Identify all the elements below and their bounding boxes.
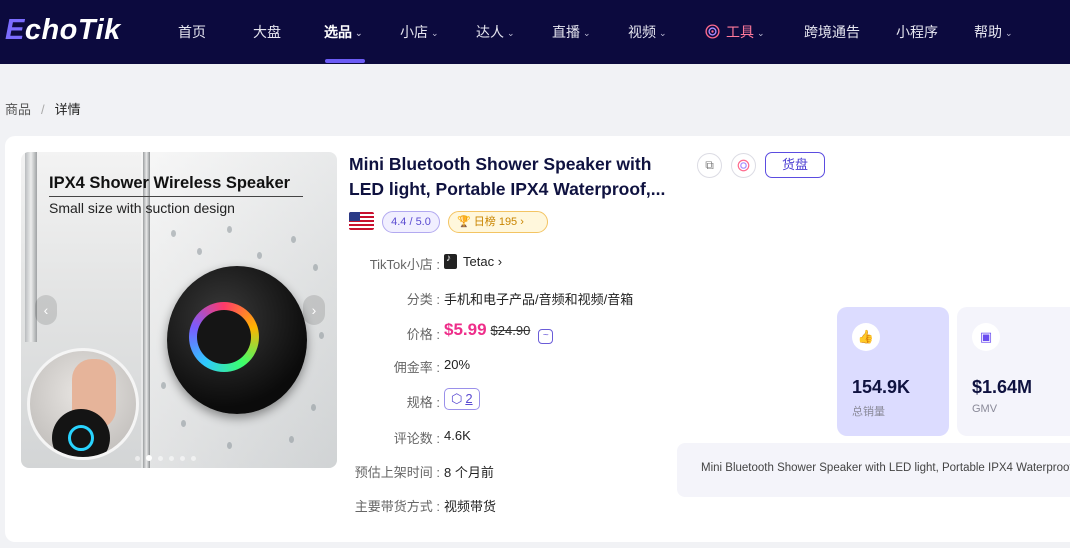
spec-label: 规格 : bbox=[406, 395, 440, 410]
carousel-dot[interactable] bbox=[146, 455, 152, 461]
daily-rank-badge[interactable]: 🏆 日榜 195 › bbox=[448, 211, 548, 233]
listed-time-value: 8 个月前 bbox=[444, 465, 494, 480]
nav-item-live[interactable]: 直播 ⌄ bbox=[552, 0, 591, 64]
thumbs-up-icon: 👍 bbox=[852, 323, 880, 351]
reviews-label: 评论数 : bbox=[393, 431, 440, 446]
listed-time-label: 预估上架时间 : bbox=[354, 465, 440, 480]
chevron-down-icon: ⌄ bbox=[659, 28, 667, 38]
carousel-dot[interactable] bbox=[135, 456, 140, 461]
category-value: 手机和电子产品/音频和视频/音箱 bbox=[444, 292, 634, 307]
chevron-down-icon: ⌄ bbox=[355, 28, 363, 38]
nav-item-shops[interactable]: 小店 ⌄ bbox=[400, 0, 439, 64]
top-nav: EchoTik 首页 大盘 选品 ⌄ 小店 ⌄ 达人 ⌄ 直播 ⌄ 视频 ⌄ 工具 ⌄ 跨境… bbox=[0, 0, 1070, 64]
nav-item-videos[interactable]: 视频 ⌄ bbox=[628, 0, 667, 64]
commission-label: 佣金率 : bbox=[393, 360, 440, 375]
price-value: $5.99 $24.90 ~ bbox=[444, 320, 554, 344]
tiktok-shop-icon bbox=[444, 253, 457, 269]
copy-icon: ⧉ bbox=[705, 158, 714, 172]
nav-item-help[interactable]: 帮助 ⌄ bbox=[974, 0, 1013, 64]
copy-button[interactable]: ⧉ bbox=[697, 153, 722, 178]
us-flag-icon bbox=[349, 212, 374, 230]
price-trend-button[interactable]: ~ bbox=[538, 329, 554, 344]
image-headline: IPX4 Shower Wireless Speaker bbox=[49, 174, 291, 192]
wallet-icon: ▣ bbox=[972, 323, 1000, 351]
tag-icon: ⬡ bbox=[451, 391, 463, 406]
echotik-logo[interactable]: EchoTik bbox=[5, 14, 121, 47]
chevron-down-icon: ⌄ bbox=[757, 28, 765, 38]
breadcrumb-products-link[interactable]: 商品 bbox=[5, 102, 31, 117]
image-prev-button[interactable]: ‹ bbox=[35, 295, 57, 325]
trophy-icon: 🏆 bbox=[457, 216, 471, 228]
ai-tools-icon bbox=[705, 24, 720, 39]
nav-item-home[interactable]: 首页 bbox=[178, 0, 206, 64]
price-label: 价格 : bbox=[406, 327, 440, 342]
nav-item-products[interactable]: 选品 ⌄ bbox=[324, 0, 363, 64]
sales-mode-label: 主要带货方式 : bbox=[354, 499, 440, 514]
active-nav-indicator bbox=[325, 59, 365, 63]
nav-item-mini-program[interactable]: 小程序 bbox=[896, 0, 938, 64]
inset-photo bbox=[27, 348, 139, 460]
spec-value: ⬡ 2 bbox=[444, 388, 480, 410]
reviews-value: 4.6K bbox=[444, 428, 471, 443]
ai-analysis-button[interactable] bbox=[731, 153, 756, 178]
nav-item-creators[interactable]: 达人 ⌄ bbox=[476, 0, 515, 64]
breadcrumb: 商品 / 详情 bbox=[5, 102, 81, 117]
shop-label: TikTok小店 : bbox=[369, 257, 440, 272]
category-label: 分类 : bbox=[406, 292, 440, 307]
chevron-right-icon: › bbox=[497, 254, 503, 269]
carousel-dot[interactable] bbox=[169, 456, 174, 461]
nav-item-tools[interactable]: 工具 ⌄ bbox=[704, 0, 765, 64]
nav-item-cross-border[interactable]: 跨境通告 bbox=[804, 0, 860, 64]
sales-mode-value: 视频带货 bbox=[444, 499, 497, 514]
image-next-button[interactable]: › bbox=[303, 295, 325, 325]
breadcrumb-current: 详情 bbox=[54, 102, 81, 117]
nav-item-market[interactable]: 大盘 bbox=[253, 0, 281, 64]
current-price: $5.99 bbox=[444, 320, 487, 339]
spec-tag-button[interactable]: ⬡ 2 bbox=[444, 388, 480, 410]
ai-icon bbox=[737, 159, 750, 172]
chevron-down-icon: ⌄ bbox=[431, 28, 439, 38]
carousel-dot[interactable] bbox=[180, 456, 185, 461]
product-description: Mini Bluetooth Shower Speaker with LED l… bbox=[677, 443, 1070, 497]
chevron-down-icon: ⌄ bbox=[1005, 28, 1013, 38]
chevron-down-icon: ⌄ bbox=[583, 28, 591, 38]
chevron-down-icon: ⌄ bbox=[507, 28, 515, 38]
commission-value: 20% bbox=[444, 357, 471, 372]
goods-pool-button[interactable]: 货盘 bbox=[765, 152, 825, 178]
chevron-right-icon: › bbox=[520, 216, 524, 228]
rating-badge: 4.4 / 5.0 bbox=[382, 211, 440, 233]
shop-link[interactable]: Tetac › bbox=[444, 253, 503, 269]
carousel-dot[interactable] bbox=[158, 456, 163, 461]
gmv-tile: ▣ $1.64M GMV bbox=[957, 307, 1070, 436]
product-card: IPX4 Shower Wireless Speaker Small size … bbox=[5, 136, 1070, 542]
product-title: Mini Bluetooth Shower Speaker with LED l… bbox=[349, 154, 666, 199]
image-carousel-dots bbox=[135, 448, 202, 461]
product-image[interactable]: IPX4 Shower Wireless Speaker Small size … bbox=[21, 152, 337, 468]
image-subline: Small size with suction design bbox=[49, 200, 235, 216]
carousel-dot[interactable] bbox=[191, 456, 196, 461]
total-sales-tile: 👍 154.9K 总销量 bbox=[837, 307, 949, 436]
original-price: $24.90 bbox=[490, 323, 531, 338]
